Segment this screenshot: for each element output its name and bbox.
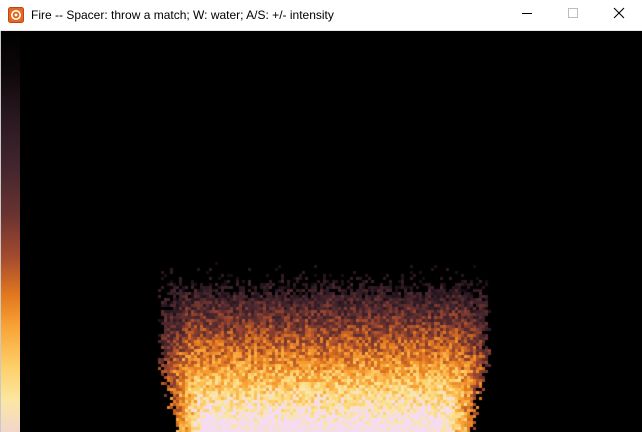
minimize-button[interactable] [504, 0, 550, 30]
fire-window: Fire -- Spacer: throw a match; W: water;… [0, 0, 642, 432]
close-button[interactable] [596, 0, 642, 30]
minimize-icon [521, 6, 533, 24]
fire-simulation-canvas[interactable] [20, 31, 642, 432]
fire-app-icon[interactable] [8, 7, 24, 23]
window-title: Fire -- Spacer: throw a match; W: water;… [31, 8, 334, 22]
close-icon [613, 6, 625, 24]
maximize-button[interactable] [550, 0, 596, 30]
title-bar[interactable]: Fire -- Spacer: throw a match; W: water;… [0, 0, 642, 31]
fire-palette-strip [1, 31, 20, 432]
maximize-icon [567, 6, 579, 24]
